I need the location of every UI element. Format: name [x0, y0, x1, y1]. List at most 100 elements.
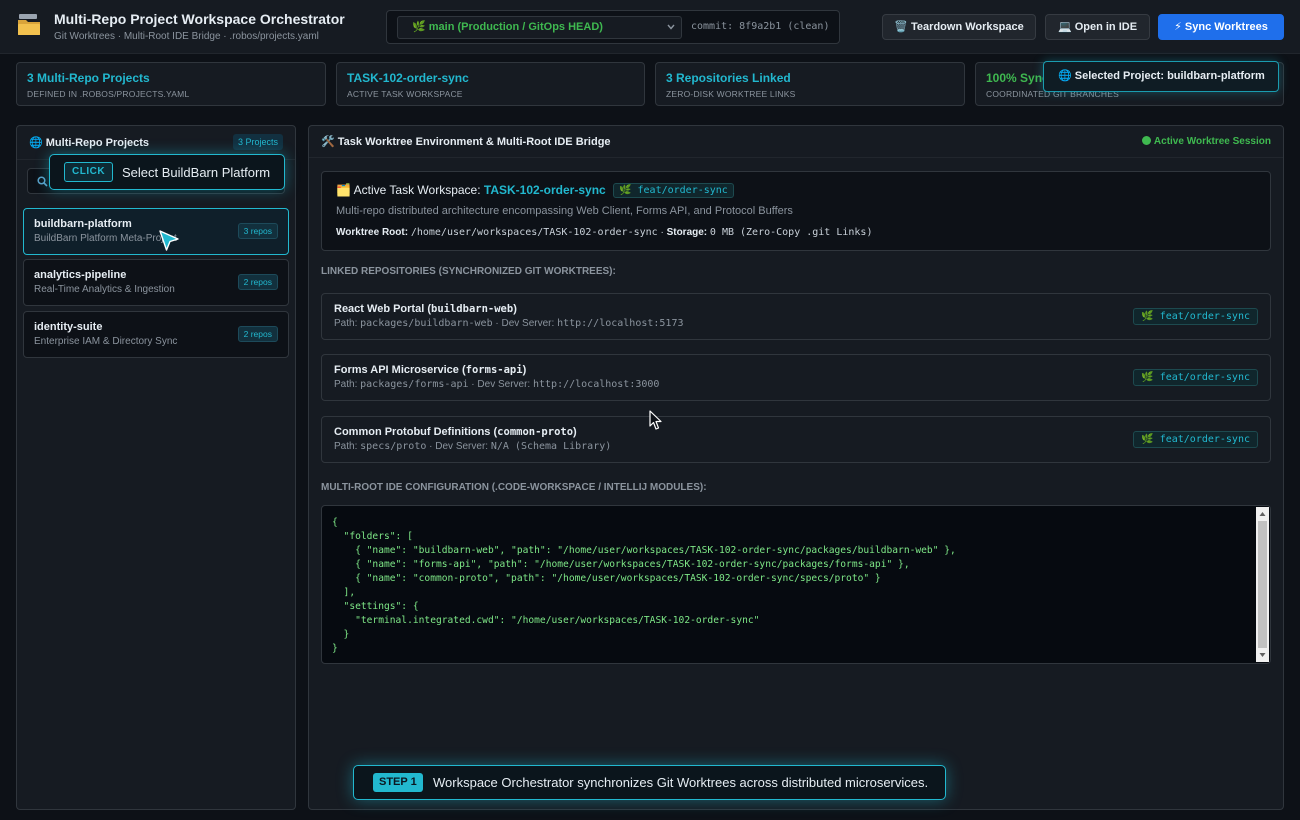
- session-status-text: Active Worktree Session: [1153, 136, 1271, 147]
- repo-count-badge: 3 repos: [237, 223, 278, 239]
- mouse-cursor-icon: [649, 410, 662, 430]
- click-instruction-text: Select BuildBarn Platform: [122, 165, 271, 180]
- app-header: Multi-Repo Project Workspace Orchestrato…: [0, 0, 1300, 54]
- repo-branch-badge: 🌿 feat/order-sync: [1133, 369, 1258, 386]
- panel-title: 🛠️ Task Worktree Environment & Multi-Roo…: [321, 136, 611, 148]
- project-name: identity-suite: [34, 321, 103, 333]
- project-item-analytics-pipeline[interactable]: analytics-pipeline Real-Time Analytics &…: [23, 259, 289, 306]
- stat-value: TASK-102-order-sync: [347, 71, 469, 85]
- app-title: Multi-Repo Project Workspace Orchestrato…: [54, 11, 345, 27]
- selected-project-toast: 🌐 Selected Project: buildbarn-platform: [1043, 61, 1279, 92]
- stat-card-projects: 3 Multi-Repo Projects Defined in .robos/…: [16, 62, 326, 106]
- stat-value: 3 Repositories Linked: [666, 71, 791, 85]
- click-instruction-tooltip: CLICK Select BuildBarn Platform: [49, 154, 285, 190]
- stat-label: Zero-Disk Worktree Links: [666, 89, 796, 99]
- repo-branch-badge: 🌿 feat/order-sync: [1133, 431, 1258, 448]
- task-id: TASK-102-order-sync: [483, 183, 606, 197]
- stat-card-repositories: 3 Repositories Linked Zero-Disk Worktree…: [655, 62, 965, 106]
- stat-label: Defined in .robos/projects.yaml: [27, 89, 190, 99]
- repo-dev-server: http://localhost:5173: [557, 318, 684, 329]
- project-item-buildbarn-platform[interactable]: buildbarn-platform BuildBarn Platform Me…: [23, 208, 289, 255]
- sidebar-title: 🌐 Multi-Repo Projects: [29, 137, 150, 149]
- task-worktree-panel: 🛠️ Task Worktree Environment & Multi-Roo…: [308, 125, 1284, 810]
- ide-config-heading: Multi-Root IDE Configuration (.code-work…: [321, 482, 707, 493]
- repo-card-buildbarn-web: React Web Portal (buildbarn-web) Path: p…: [321, 293, 1271, 340]
- repo-branch-badge: 🌿 feat/order-sync: [1133, 308, 1258, 325]
- repo-dev-server: http://localhost:3000: [532, 379, 660, 390]
- storage-label: Storage:: [666, 227, 708, 238]
- repo-details: Path: packages/forms-api · Dev Server: h…: [334, 379, 660, 390]
- commit-status: commit: 8f9a2b1 (clean): [691, 21, 830, 32]
- project-description: Real-Time Analytics & Ingestion: [34, 284, 175, 295]
- repo-title: Forms API Microservice (forms-api): [334, 364, 527, 376]
- worktree-root-path: /home/user/workspaces/TASK-102-order-syn…: [410, 227, 658, 238]
- workspace-config-code[interactable]: { "folders": [ { "name": "buildbarn-web"…: [321, 505, 1271, 664]
- projects-sidebar: 🌐 Multi-Repo Projects 3 Projects buildba…: [16, 125, 296, 810]
- step-tag: STEP 1: [373, 773, 423, 792]
- step-caption-banner: STEP 1 Workspace Orchestrator synchroniz…: [353, 765, 946, 800]
- repo-name: Common Protobuf Definitions: [334, 426, 491, 438]
- step-caption-text: Workspace Orchestrator synchronizes Git …: [433, 775, 929, 790]
- workspace-config-json: { "folders": [ { "name": "buildbarn-web"…: [332, 517, 956, 654]
- teardown-workspace-button[interactable]: 🗑️ Teardown Workspace: [882, 14, 1036, 40]
- scroll-up-arrow-icon[interactable]: [1259, 511, 1266, 517]
- repo-count-badge: 2 repos: [237, 274, 278, 290]
- repo-dev-server: N/A (Schema Library): [490, 441, 612, 452]
- project-item-identity-suite[interactable]: identity-suite Enterprise IAM & Director…: [23, 311, 289, 358]
- project-count-badge: 3 Projects: [232, 134, 283, 150]
- repo-path: packages/forms-api: [360, 379, 469, 390]
- session-status: Active Worktree Session: [1141, 136, 1271, 147]
- task-meta: Worktree Root: /home/user/workspaces/TAS…: [336, 227, 873, 238]
- repo-path-label: Path:: [334, 318, 358, 329]
- repo-id: forms-api: [465, 364, 523, 376]
- repo-path-label: Path:: [334, 441, 358, 452]
- open-in-ide-button[interactable]: 💻 Open in IDE: [1045, 14, 1150, 40]
- search-icon: [37, 176, 48, 187]
- panel-header: 🛠️ Task Worktree Environment & Multi-Roo…: [309, 126, 1283, 158]
- stat-value: 3 Multi-Repo Projects: [27, 71, 150, 85]
- repo-path-label: Path:: [334, 379, 358, 390]
- repo-count-badge: 2 repos: [237, 326, 278, 342]
- project-name: analytics-pipeline: [34, 269, 127, 281]
- repo-id: common-proto: [497, 426, 574, 438]
- branch-select-value: 🌿 main (Production / GitOps HEAD): [412, 21, 603, 33]
- repo-title: Common Protobuf Definitions (common-prot…: [334, 426, 577, 438]
- task-title-prefix: 🗂️ Active Task Workspace:: [336, 183, 484, 197]
- repo-server-label: Dev Server:: [501, 318, 555, 329]
- repo-path: specs/proto: [360, 441, 427, 452]
- branch-context: 🌿 main (Production / GitOps HEAD) commit…: [386, 10, 840, 44]
- repo-server-label: Dev Server:: [435, 441, 489, 452]
- stat-card-active-task: TASK-102-order-sync Active Task Workspac…: [336, 62, 645, 106]
- active-task-card: 🗂️ Active Task Workspace: TASK-102-order…: [321, 171, 1271, 251]
- pointer-cursor-icon: [159, 230, 179, 251]
- repo-card-forms-api: Forms API Microservice (forms-api) Path:…: [321, 354, 1271, 401]
- scrollbar-thumb[interactable]: [1258, 521, 1267, 648]
- linked-repositories-heading: Linked Repositories (Synchronized Git Wo…: [321, 266, 616, 277]
- repo-card-common-proto: Common Protobuf Definitions (common-prot…: [321, 416, 1271, 463]
- repo-id: buildbarn-web: [431, 303, 514, 315]
- task-branch-badge: 🌿 feat/order-sync: [613, 183, 734, 198]
- task-title: 🗂️ Active Task Workspace: TASK-102-order…: [336, 183, 734, 198]
- repo-path: packages/buildbarn-web: [360, 318, 493, 329]
- project-description: BuildBarn Platform Meta-Project: [34, 233, 177, 244]
- code-scrollbar[interactable]: [1256, 507, 1269, 662]
- scroll-down-arrow-icon[interactable]: [1259, 652, 1266, 658]
- repo-name: Forms API Microservice: [334, 364, 459, 376]
- repo-name: React Web Portal: [334, 303, 425, 315]
- worktree-root-label: Worktree Root:: [336, 227, 409, 238]
- stat-label: Active Task Workspace: [347, 89, 463, 99]
- click-tag: CLICK: [64, 162, 114, 182]
- project-name: buildbarn-platform: [34, 218, 132, 230]
- repo-details: Path: specs/proto · Dev Server: N/A (Sch…: [334, 441, 612, 452]
- app-subtitle: Git Worktrees · Multi-Root IDE Bridge · …: [54, 31, 319, 42]
- task-description: Multi-repo distributed architecture enco…: [336, 205, 793, 217]
- branch-select[interactable]: 🌿 main (Production / GitOps HEAD): [397, 16, 682, 39]
- sync-worktrees-button[interactable]: ⚡ Sync Worktrees: [1158, 14, 1284, 40]
- folder-stack-icon: [18, 14, 40, 35]
- repo-server-label: Dev Server:: [477, 379, 531, 390]
- repo-details: Path: packages/buildbarn-web · Dev Serve…: [334, 318, 684, 329]
- repo-title: React Web Portal (buildbarn-web): [334, 303, 517, 315]
- chevron-down-icon: [667, 24, 675, 30]
- storage-value: 0 MB (Zero-Copy .git Links): [709, 227, 873, 238]
- project-description: Enterprise IAM & Directory Sync: [34, 336, 178, 347]
